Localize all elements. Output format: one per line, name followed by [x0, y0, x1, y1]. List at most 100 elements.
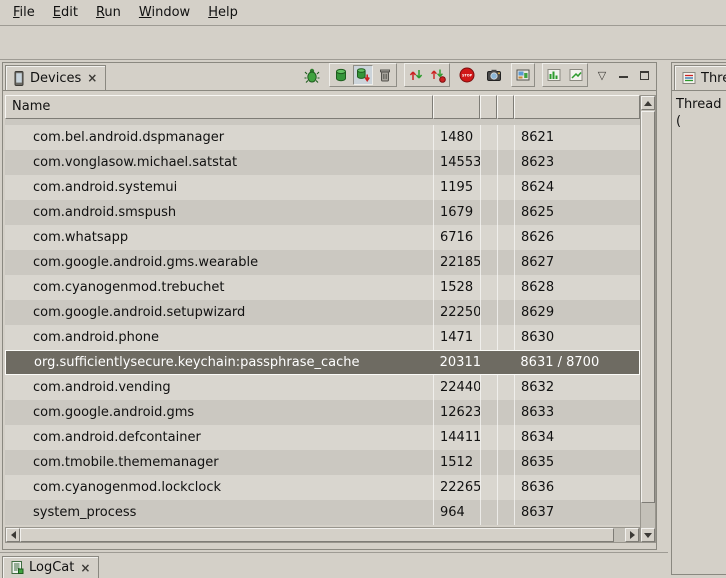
table-row[interactable]: com.google.android.setupwizard 22250 862…: [5, 300, 640, 325]
process-pid: 1195: [433, 175, 480, 200]
start-method-profiling-icon[interactable]: [428, 65, 448, 85]
devices-tabbar: Devices ×: [3, 63, 656, 91]
table-row[interactable]: com.whatsapp 6716 8626: [5, 225, 640, 250]
logcat-icon: [10, 560, 24, 575]
menu-edit[interactable]: Edit: [44, 2, 87, 23]
system-info-chart-icon[interactable]: [544, 65, 564, 85]
update-threads-icon[interactable]: [406, 65, 426, 85]
table-row[interactable]: com.google.android.gms.wearable 22185 86…: [5, 250, 640, 275]
close-devices-tab-icon[interactable]: ×: [86, 71, 98, 85]
process-port: 8631 / 8700: [513, 351, 639, 374]
table-row[interactable]: com.android.vending 22440 8632: [5, 375, 640, 400]
cause-gc-icon[interactable]: [375, 65, 395, 85]
stop-process-icon[interactable]: STOP: [457, 65, 477, 85]
process-port: 8635: [514, 450, 640, 475]
status-cell-1: [480, 175, 497, 200]
table-row[interactable]: com.cyanogenmod.trebuchet 1528 8628: [5, 275, 640, 300]
table-row[interactable]: com.android.smspush 1679 8625: [5, 200, 640, 225]
status-cell-2: [497, 150, 514, 175]
status-cell-2: [496, 351, 513, 374]
table-row[interactable]: com.android.defcontainer 14411 8634: [5, 425, 640, 450]
process-name: system_process: [5, 500, 433, 525]
system-info-graph-icon[interactable]: [566, 65, 586, 85]
process-port: 8624: [514, 175, 640, 200]
maximize-icon[interactable]: [637, 67, 651, 83]
sysinfo-icon-group: [542, 63, 588, 87]
status-cell-1: [480, 125, 497, 150]
tab-threads-label: Threads: [701, 71, 726, 86]
menu-file[interactable]: File: [4, 2, 44, 23]
scroll-down-arrow[interactable]: [641, 528, 655, 542]
scroll-right-arrow[interactable]: [625, 528, 639, 542]
process-name: com.tmobile.thememanager: [5, 450, 433, 475]
devices-view-toolbar: STOP ▽: [302, 63, 656, 90]
table-row[interactable]: system_process 964 8637: [5, 500, 640, 525]
process-pid: 1528: [433, 275, 480, 300]
vertical-scrollbar[interactable]: [640, 95, 656, 543]
process-pid: 14411: [433, 425, 480, 450]
process-pid: 22440: [433, 375, 480, 400]
debug-process-icon[interactable]: [302, 65, 322, 85]
process-pid: 1512: [433, 450, 480, 475]
table-row[interactable]: com.android.systemui 1195 8624: [5, 175, 640, 200]
dump-hprof-icon[interactable]: [353, 65, 373, 85]
menu-run[interactable]: Run: [87, 2, 130, 23]
table-row[interactable]: com.android.phone 1471 8630: [5, 325, 640, 350]
column-header-port[interactable]: [514, 95, 640, 119]
table-row[interactable]: com.cyanogenmod.lockclock 22265 8636: [5, 475, 640, 500]
status-cell-1: [480, 351, 497, 374]
scroll-left-arrow[interactable]: [6, 528, 20, 542]
svg-text:STOP: STOP: [462, 74, 473, 78]
scroll-up-arrow[interactable]: [641, 96, 655, 110]
process-port: 8636: [514, 475, 640, 500]
process-port: 8623: [514, 150, 640, 175]
process-name: com.android.systemui: [5, 175, 433, 200]
threads-message: Thread up (: [672, 91, 726, 135]
threads-message-line2: (: [676, 113, 726, 130]
minimize-icon[interactable]: [616, 67, 630, 83]
process-name: com.whatsapp: [5, 225, 433, 250]
threads-icon: [682, 71, 696, 85]
threads-panel: Threads Thread up (: [671, 62, 726, 575]
status-cell-1: [480, 325, 497, 350]
status-cell-1: [480, 275, 497, 300]
heap-icon-group: [329, 63, 397, 87]
column-header-name[interactable]: Name: [5, 95, 433, 119]
process-port: 8621: [514, 125, 640, 150]
table-row[interactable]: org.sufficientlysecure.keychain:passphra…: [5, 350, 640, 375]
table-row[interactable]: com.tmobile.thememanager 1512 8635: [5, 450, 640, 475]
process-port: 8626: [514, 225, 640, 250]
vertical-scrollbar-thumb[interactable]: [641, 111, 655, 503]
process-name: com.google.android.gms.wearable: [5, 250, 433, 275]
tab-logcat-label: LogCat: [29, 560, 74, 575]
update-heap-icon[interactable]: [331, 65, 351, 85]
tab-threads[interactable]: Threads: [674, 65, 726, 91]
status-cell-1: [480, 500, 497, 525]
process-port: 8629: [514, 300, 640, 325]
screen-capture-icon[interactable]: [484, 65, 504, 85]
column-header-status1[interactable]: [480, 95, 497, 119]
process-name: com.cyanogenmod.lockclock: [5, 475, 433, 500]
table-row[interactable]: com.vonglasow.michael.satstat 14553 8623: [5, 150, 640, 175]
view-menu-icon[interactable]: ▽: [595, 67, 609, 83]
status-cell-2: [497, 125, 514, 150]
horizontal-scrollbar-thumb[interactable]: [20, 528, 614, 542]
horizontal-scrollbar[interactable]: [5, 527, 640, 543]
column-header-status2[interactable]: [497, 95, 514, 119]
tab-logcat[interactable]: LogCat ×: [2, 556, 99, 578]
tab-devices[interactable]: Devices ×: [5, 65, 106, 91]
column-header-pid[interactable]: [433, 95, 480, 119]
table-row[interactable]: com.google.android.gms 12623 8633: [5, 400, 640, 425]
logcat-tabbar: LogCat ×: [0, 553, 668, 578]
status-cell-1: [480, 300, 497, 325]
status-cell-2: [497, 375, 514, 400]
process-port: 8634: [514, 425, 640, 450]
table-row[interactable]: com.bel.android.dspmanager 1480 8621: [5, 125, 640, 150]
device-table-header: Name: [5, 95, 640, 119]
process-name: com.android.defcontainer: [5, 425, 433, 450]
menu-help[interactable]: Help: [199, 2, 247, 23]
menu-window[interactable]: Window: [130, 2, 199, 23]
screen-record-icon[interactable]: [513, 65, 533, 85]
close-logcat-tab-icon[interactable]: ×: [79, 561, 91, 575]
status-cell-2: [497, 475, 514, 500]
